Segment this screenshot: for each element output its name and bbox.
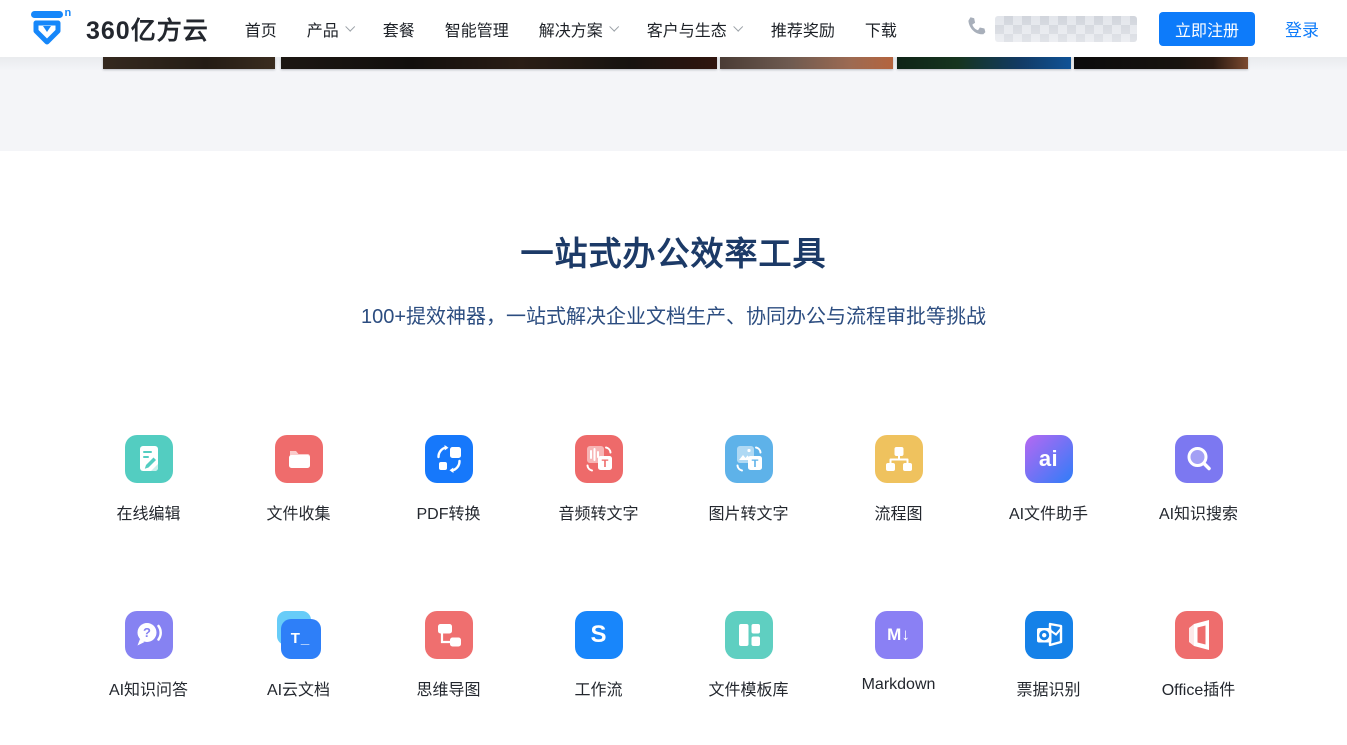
- tool-ai-knowledge-search[interactable]: AI知识搜索: [1124, 435, 1274, 524]
- tool-label: Office插件: [1162, 676, 1236, 700]
- flowchart-icon: [875, 435, 923, 483]
- brand-logo[interactable]: n 360亿方云: [30, 6, 209, 51]
- tool-file-collect[interactable]: 文件收集: [224, 435, 374, 524]
- tool-flowchart[interactable]: 流程图: [824, 435, 974, 524]
- tool-pdf-convert[interactable]: PDF转换: [374, 435, 524, 524]
- tool-label: AI云文档: [267, 676, 330, 700]
- brand-name: 360亿方云: [86, 11, 209, 47]
- tool-receipt-ocr[interactable]: 票据识别: [974, 611, 1124, 700]
- nav-item-smart-management[interactable]: 智能管理: [445, 17, 509, 41]
- nav-item-customers-ecosystem[interactable]: 客户与生态: [647, 17, 741, 41]
- receipt-ocr-icon: [1025, 611, 1073, 659]
- login-link[interactable]: 登录: [1285, 16, 1319, 41]
- pdf-convert-icon: [425, 435, 473, 483]
- tool-label: Markdown: [862, 676, 936, 694]
- tool-markdown[interactable]: M↓ Markdown: [824, 611, 974, 700]
- ai-knowledge-qa-icon: ?: [125, 611, 173, 659]
- tool-ai-knowledge-qa[interactable]: ? AI知识问答: [74, 611, 224, 700]
- tool-label: 文件模板库: [708, 676, 788, 700]
- nav-item-download[interactable]: 下载: [865, 17, 897, 41]
- tool-ai-file-assistant[interactable]: ai AI文件助手: [974, 435, 1124, 524]
- nav-item-solutions[interactable]: 解决方案: [539, 17, 617, 41]
- tool-label: 票据识别: [1016, 676, 1080, 700]
- template-library-icon: [725, 611, 773, 659]
- tool-template-library[interactable]: 文件模板库: [674, 611, 824, 700]
- chevron-down-icon: [733, 21, 743, 31]
- tool-label: PDF转换: [416, 500, 480, 524]
- carousel-image[interactable]: [103, 57, 275, 69]
- register-button[interactable]: 立即注册: [1159, 12, 1255, 46]
- tool-image-to-text[interactable]: T 图片转文字: [674, 435, 824, 524]
- tool-workflow[interactable]: S 工作流: [524, 611, 674, 700]
- nav-item-plans[interactable]: 套餐: [383, 17, 415, 41]
- tool-label: AI知识搜索: [1159, 500, 1238, 524]
- svg-text:?: ?: [143, 625, 151, 640]
- markdown-icon: M↓: [875, 611, 923, 659]
- main-nav: 首页 产品 套餐 智能管理 解决方案 客户与生态 推荐奖励 下载: [245, 17, 897, 41]
- ai-cloud-doc-icon: T_: [275, 611, 323, 659]
- tool-label: AI知识问答: [109, 676, 188, 700]
- carousel-image[interactable]: [1074, 57, 1248, 69]
- svg-text:n: n: [65, 7, 72, 19]
- image-to-text-icon: T: [725, 435, 773, 483]
- ai-knowledge-search-icon: [1175, 435, 1223, 483]
- tool-label: 流程图: [874, 500, 922, 524]
- cloud-doc-front-square: T_: [281, 619, 321, 659]
- carousel-image[interactable]: [281, 57, 717, 69]
- tool-label: 图片转文字: [708, 500, 788, 524]
- tool-ai-cloud-doc[interactable]: T_ AI云文档: [224, 611, 374, 700]
- file-collect-icon: [275, 435, 323, 483]
- chevron-down-icon: [609, 21, 619, 31]
- ai-file-assistant-icon: ai: [1025, 435, 1073, 483]
- header-actions: 立即注册 登录: [965, 12, 1319, 46]
- phone-number-redacted: [995, 16, 1137, 42]
- nav-item-home[interactable]: 首页: [245, 17, 277, 41]
- tool-online-edit[interactable]: 在线编辑: [74, 435, 224, 524]
- tool-label: 音频转文字: [558, 500, 638, 524]
- tools-section: 一站式办公效率工具 100+提效神器，一站式解决企业文档生产、协同办公与流程审批…: [0, 151, 1347, 700]
- tool-audio-to-text[interactable]: T 音频转文字: [524, 435, 674, 524]
- top-header: n 360亿方云 首页 产品 套餐 智能管理 解决方案 客户与生态 推荐奖励 下…: [0, 0, 1347, 57]
- tool-office-plugin[interactable]: Office插件: [1124, 611, 1274, 700]
- tool-label: 思维导图: [416, 676, 480, 700]
- page-subtitle: 100+提效神器，一站式解决企业文档生产、协同办公与流程审批等挑战: [0, 300, 1347, 329]
- online-edit-icon: [125, 435, 173, 483]
- carousel-image[interactable]: [897, 57, 1071, 69]
- brand-logo-icon: n: [30, 6, 76, 51]
- tool-label: 文件收集: [266, 500, 330, 524]
- nav-item-products[interactable]: 产品: [307, 17, 353, 41]
- nav-item-referral-rewards[interactable]: 推荐奖励: [771, 17, 835, 41]
- workflow-icon: S: [575, 611, 623, 659]
- phone-icon: [965, 15, 987, 42]
- tool-grid: 在线编辑 文件收集 PDF转: [0, 435, 1347, 700]
- tool-label: 在线编辑: [116, 500, 180, 524]
- tool-label: AI文件助手: [1009, 500, 1088, 524]
- chevron-down-icon: [345, 21, 355, 31]
- office-plugin-icon: [1175, 611, 1223, 659]
- audio-to-text-icon: T: [575, 435, 623, 483]
- carousel-remnant-section: [0, 57, 1347, 151]
- carousel-image[interactable]: [720, 57, 893, 69]
- tool-label: 工作流: [574, 676, 622, 700]
- svg-text:T: T: [751, 458, 758, 470]
- tool-mindmap[interactable]: 思维导图: [374, 611, 524, 700]
- svg-text:T: T: [601, 458, 608, 470]
- page-title: 一站式办公效率工具: [0, 233, 1347, 276]
- mindmap-icon: [425, 611, 473, 659]
